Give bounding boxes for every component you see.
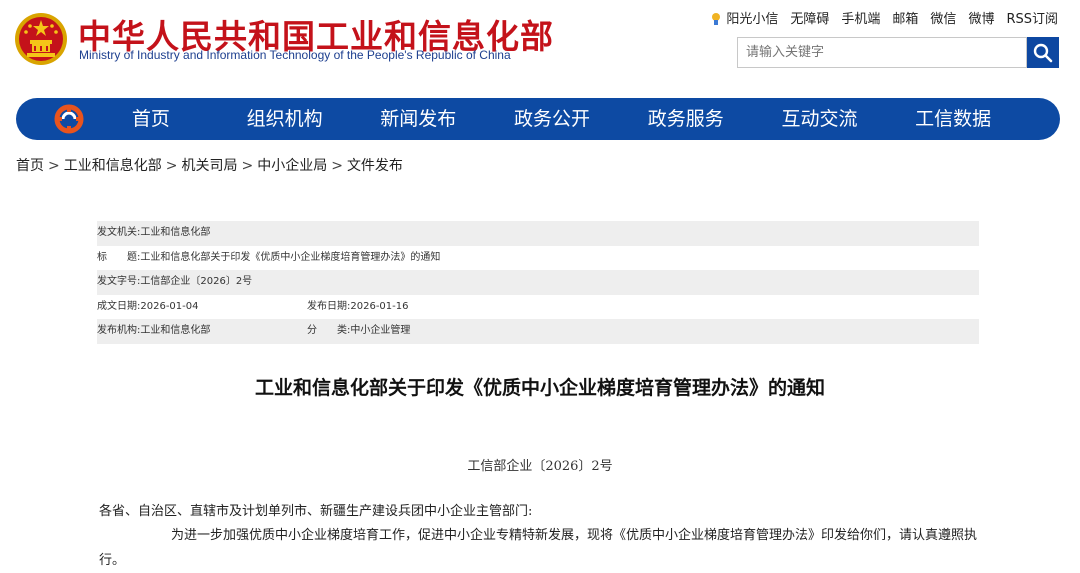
site-header: 中华人民共和国工业和信息化部 Ministry of Industry and …	[0, 0, 1080, 95]
breadcrumb-separator: >	[331, 158, 343, 174]
breadcrumb: 首页 > 工业和信息化部 > 机关司局 > 中小企业局 > 文件发布	[16, 155, 403, 175]
info-category: 分 类:中小企业管理	[307, 325, 411, 336]
nav-item-interaction[interactable]: 互动交流	[753, 98, 887, 140]
search-icon	[1033, 43, 1053, 62]
article-body: 为进一步加强优质中小企业梯度培育工作，促进中小企业专精特新发展，现将《优质中小企…	[99, 528, 978, 568]
info-row-title: 标 题:工业和信息化部关于印发《优质中小企业梯度培育管理办法》的通知	[97, 246, 979, 271]
top-link-rss[interactable]: RSS订阅	[1006, 8, 1058, 27]
top-link-mobile[interactable]: 手机端	[841, 8, 880, 27]
breadcrumb-sme-bureau[interactable]: 中小企业局	[257, 158, 327, 174]
search-button[interactable]	[1027, 37, 1059, 68]
breadcrumb-separator: >	[165, 158, 178, 174]
info-title: 标 题:工业和信息化部关于印发《优质中小企业梯度培育管理办法》的通知	[97, 251, 441, 263]
breadcrumb-separator: >	[48, 158, 60, 174]
breadcrumb-ministry[interactable]: 工业和信息化部	[64, 158, 162, 174]
info-doc-number: 发文字号:工信部企业〔2026〕2号	[97, 276, 253, 287]
ministry-logo-icon	[54, 104, 84, 134]
nav-item-government-affairs[interactable]: 政务公开	[485, 98, 619, 140]
breadcrumb-separator: >	[241, 158, 254, 174]
info-row-publisher: 发布机构:工业和信息化部 分 类:中小企业管理	[97, 319, 979, 344]
article-doc-number: 工信部企业〔2026〕2号	[467, 459, 613, 474]
info-row-doc-number: 发文字号:工信部企业〔2026〕2号	[97, 270, 979, 295]
site-title-english: Ministry of Industry and Information Tec…	[79, 48, 511, 62]
info-publish-date: 发布日期:2026-01-16	[307, 300, 409, 312]
breadcrumb-documents[interactable]: 文件发布	[347, 158, 403, 174]
info-written-date: 成文日期:2026-01-04	[97, 300, 199, 312]
top-link-weibo[interactable]: 微博	[968, 8, 994, 27]
nav-item-home[interactable]: 首页	[84, 98, 218, 140]
document-info-table: 发文机关:工业和信息化部 标 题:工业和信息化部关于印发《优质中小企业梯度培育管…	[97, 221, 979, 344]
breadcrumb-home[interactable]: 首页	[16, 158, 44, 174]
info-issuer: 发文机关:工业和信息化部	[97, 227, 211, 238]
nav-item-news[interactable]: 新闻发布	[351, 98, 485, 140]
top-link-mail[interactable]: 邮箱	[892, 8, 918, 27]
top-links: 阳光小信 无障碍 手机端 邮箱 微信 微博 RSS订阅	[709, 8, 1058, 27]
top-link-wechat[interactable]: 微信	[930, 8, 956, 27]
article-greeting: 各省、自治区、直辖市及计划单列市、新疆生产建设兵团中小企业主管部门:	[99, 504, 533, 519]
top-link-accessibility[interactable]: 无障碍	[790, 8, 829, 27]
main-nav: 首页 组织机构 新闻发布 政务公开 政务服务 互动交流 工信数据	[16, 98, 1060, 140]
nav-item-services[interactable]: 政务服务	[619, 98, 753, 140]
breadcrumb-departments[interactable]: 机关司局	[181, 158, 237, 174]
nav-item-data[interactable]: 工信数据	[886, 98, 1020, 140]
national-emblem-icon	[15, 13, 67, 65]
nav-item-organization[interactable]: 组织机构	[218, 98, 352, 140]
info-row-dates: 成文日期:2026-01-04 发布日期:2026-01-16	[97, 295, 979, 320]
info-publisher: 发布机构:工业和信息化部	[97, 325, 211, 336]
search-input[interactable]	[737, 37, 1027, 68]
info-row-issuer: 发文机关:工业和信息化部	[97, 221, 979, 246]
nav-items: 首页 组织机构 新闻发布 政务公开 政务服务 互动交流 工信数据	[84, 98, 1020, 140]
top-link-sunshine[interactable]: 阳光小信	[709, 8, 778, 27]
article-title: 工业和信息化部关于印发《优质中小企业梯度培育管理办法》的通知	[254, 377, 825, 399]
sunshine-icon	[712, 13, 721, 25]
